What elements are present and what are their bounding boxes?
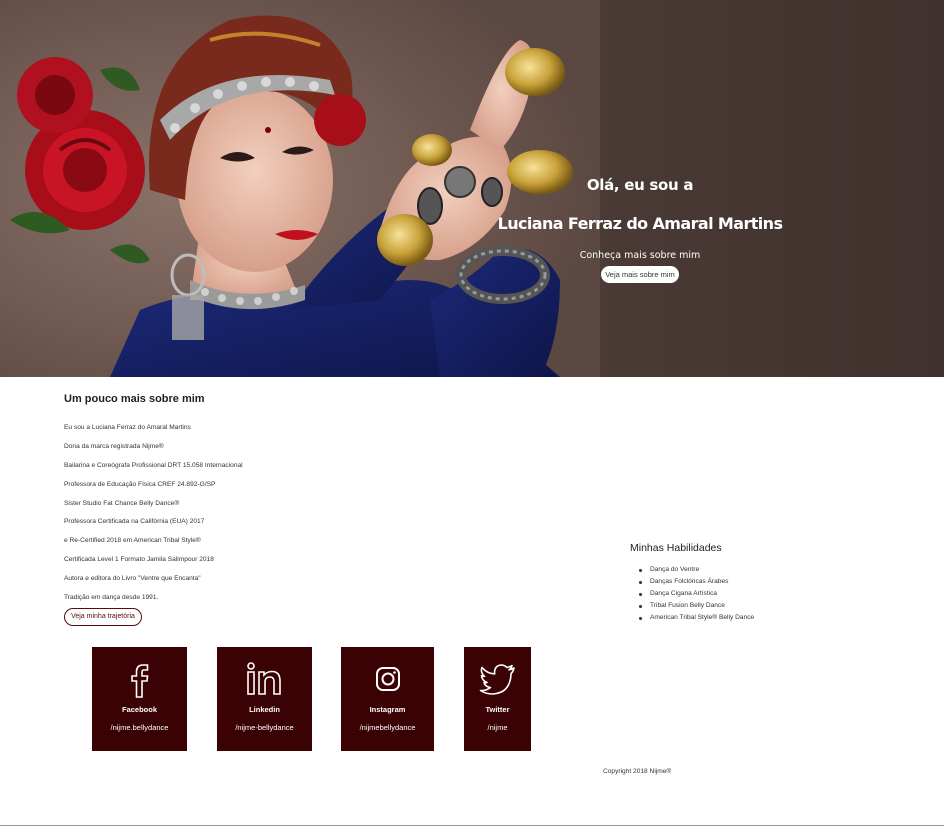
about-line: Bailarina e Coreógrafa Profissional DRT …: [64, 461, 243, 469]
instagram-icon: [375, 667, 400, 691]
hero-greeting: Olá, eu sou a: [586, 176, 694, 194]
about-line: e Re-Certified 2018 em American Tribal S…: [64, 537, 201, 545]
about-line: Certificada Level 1 Formato Jamila Salim…: [64, 556, 214, 564]
skill-item: Dança do Ventre: [638, 564, 754, 576]
social-handle: /nijme-bellydance: [235, 723, 294, 732]
about-list: Eu sou a Luciana Ferraz do Amaral Martin…: [64, 421, 364, 610]
twitter-icon: [479, 664, 515, 695]
skill-item: Dança Cigana Artística: [638, 588, 754, 600]
skill-item: Danças Folclóricas Árabes: [638, 576, 754, 588]
skill-item: Tribal Fusion Belly Dance: [638, 600, 754, 612]
social-handle: /nijme.bellydance: [110, 723, 169, 732]
linkedin-link[interactable]: Linkedin /nijme-bellydance: [217, 647, 312, 751]
footer-divider: [0, 825, 944, 826]
skills-title: Minhas Habilidades: [630, 542, 722, 554]
twitter-link[interactable]: Twitter /nijme: [464, 647, 531, 751]
about-line: Sister Studio Fat Chance Belly Dance®: [64, 499, 180, 507]
linkedin-icon: [246, 662, 281, 695]
see-more-button[interactable]: Veja mais sobre mim: [601, 266, 679, 283]
about-line: Professora de Educação Física CREF 24.89…: [64, 480, 216, 488]
social-name: Twitter: [485, 705, 510, 714]
instagram-link[interactable]: Instagram /nijmebellydance: [341, 647, 434, 751]
about-title: Um pouco mais sobre mim: [64, 393, 205, 405]
about-line: Eu sou a Luciana Ferraz do Amaral Martin…: [64, 424, 191, 431]
about-line: Professora Certificada na Califórnia (EU…: [64, 518, 205, 526]
social-name: Linkedin: [249, 705, 280, 714]
social-name: Facebook: [121, 705, 157, 714]
copyright-text: Copyright 2018 Nijme®: [603, 768, 672, 775]
hero-subtitle: Conheça mais sobre mim: [579, 250, 701, 261]
social-name: Instagram: [369, 705, 406, 714]
facebook-icon: [130, 664, 148, 698]
about-line: Dona da marca registrada Nijme®: [64, 442, 164, 450]
hero-banner: Olá, eu sou a Luciana Ferraz do Amaral M…: [0, 0, 944, 377]
about-line: Autora e editora do Livro "Ventre que En…: [64, 575, 201, 583]
skills-list: Dança do Ventre Danças Folclóricas Árabe…: [638, 564, 754, 624]
skill-item: American Tribal Style® Belly Dance: [638, 612, 754, 624]
hero-name: Luciana Ferraz do Amaral Martins: [497, 214, 783, 233]
social-handle: /nijme: [487, 723, 508, 732]
facebook-link[interactable]: Facebook /nijme.bellydance: [92, 647, 187, 751]
trajectory-button[interactable]: Veja minha trajetória: [64, 608, 142, 626]
social-handle: /nijmebellydance: [359, 723, 416, 732]
